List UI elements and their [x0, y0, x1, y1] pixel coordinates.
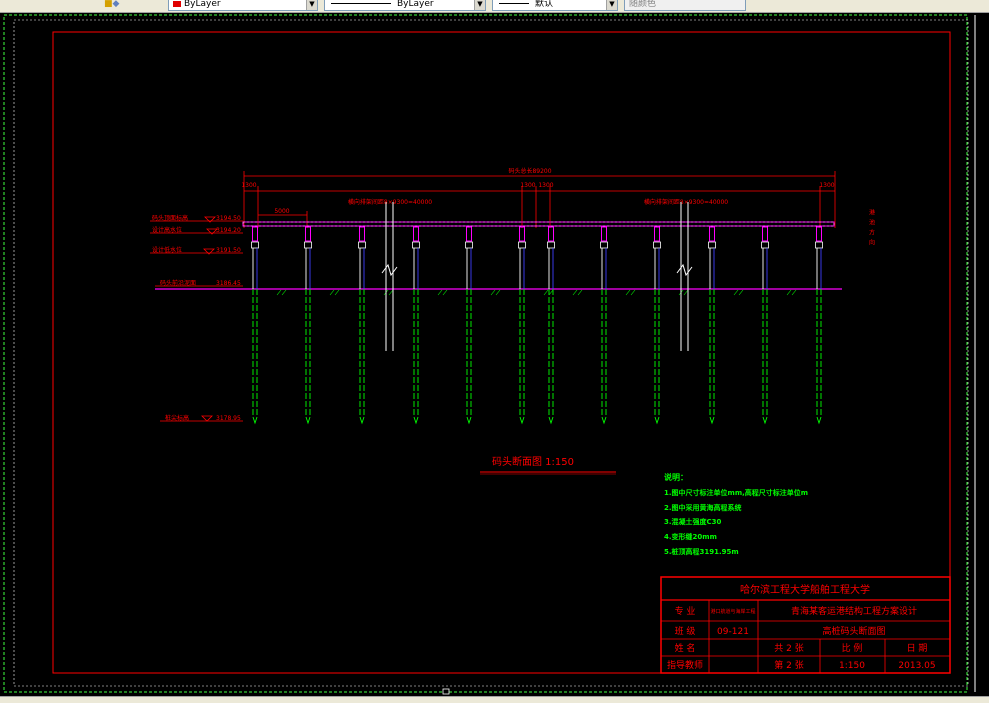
pile [761, 226, 769, 425]
viewport-grip[interactable] [442, 688, 450, 695]
mud-hatch [572, 289, 583, 296]
pile [465, 226, 473, 425]
plotstyle-dropdown[interactable]: 随颜色 [624, 0, 746, 11]
design-low-water-label: 设计低水位 [152, 246, 182, 254]
pile [653, 226, 661, 425]
mud-hatch [329, 289, 340, 296]
pile [412, 226, 420, 425]
dim-mid-left: 1300 [520, 182, 535, 189]
note-item: 3.混凝土强度C30 [664, 517, 722, 526]
pile [358, 226, 366, 425]
mud-hatch [276, 289, 287, 296]
dim-left-end: 1300 [241, 182, 256, 189]
date-label: 日 期 [907, 643, 928, 654]
pile [251, 226, 259, 425]
sheets-total: 共 2 张 [774, 643, 803, 654]
properties-toolbar: ■◆ ByLayer ▼ ByLayer ▼ 默认 ▼ 随颜色 [0, 0, 989, 13]
pile [600, 226, 608, 425]
mud-hatch [543, 289, 554, 296]
mud-hatch [678, 289, 689, 296]
pile-spacing-label: 5000 [274, 208, 289, 215]
sheet-number: 第 2 张 [774, 659, 803, 671]
mud-hatch [437, 289, 448, 296]
color-dropdown[interactable]: ByLayer ▼ [168, 0, 318, 11]
deck-elev-label: 码头顶面标高 [152, 214, 188, 222]
class-label: 班 级 [675, 625, 696, 637]
class-value: 09-121 [717, 627, 749, 637]
pile-tip-value: 3178.95 [216, 415, 241, 422]
note-item: 2.图中采用黄海高程系统 [664, 503, 742, 512]
break-lines [381, 202, 693, 351]
school-name: 哈尔滨工程大学船舶工程大学 [740, 583, 870, 596]
mudline-label: 码头前沿泥面 [160, 279, 196, 287]
mud-hatch [383, 289, 394, 296]
pile-group [251, 226, 823, 425]
layer-state-icons[interactable]: ■◆ [104, 0, 124, 10]
pile [518, 226, 526, 425]
design-high-water-value: 3194.20 [216, 227, 241, 234]
pile [304, 226, 312, 425]
chevron-down-icon: ▼ [306, 0, 317, 10]
mud-hatch [625, 289, 636, 296]
project-title: 青海某客运港结构工程方案设计 [791, 605, 917, 617]
advisor-label: 指导教师 [667, 659, 703, 671]
pile [547, 226, 555, 425]
pile-tip-label: 桩尖标高 [165, 414, 189, 422]
mud-hatch [733, 289, 744, 296]
mud-hatch [490, 289, 501, 296]
drawing-name: 高桩码头断面图 [822, 625, 885, 637]
drawing-canvas[interactable]: 码头总长89200 1300 横向排架间距8×9300=40000 1300 1… [0, 13, 989, 696]
note-item: 1.图中尺寸标注单位mm,高程尺寸标注单位m [664, 488, 808, 497]
note-item: 5.桩顶高程3191.95m [664, 547, 739, 556]
color-swatch-icon [173, 0, 181, 7]
harbor-direction-label: 港池方向 [868, 208, 875, 249]
dim-left-span: 横向排架间距8×9300=40000 [348, 198, 432, 206]
total-length-label: 码头总长89200 [508, 167, 551, 175]
chevron-down-icon: ▼ [606, 0, 617, 10]
note-item: 4.变形缝20mm [664, 532, 717, 541]
scale-label: 比 例 [842, 642, 863, 654]
lineweight-dropdown[interactable]: 默认 ▼ [492, 0, 618, 11]
scale-value: 1:150 [839, 661, 865, 671]
chevron-down-icon: ▼ [474, 0, 485, 10]
dim-mid-right: 1300 [538, 182, 553, 189]
major-value: 港口航道与海岸工程 [710, 608, 755, 615]
date-value: 2013.05 [898, 661, 935, 671]
dim-right-end: 1300 [819, 182, 834, 189]
pile [708, 226, 716, 425]
deck-slab [242, 221, 835, 227]
major-label: 专 业 [675, 605, 696, 617]
linetype-dropdown[interactable]: ByLayer ▼ [324, 0, 486, 11]
section-title: 码头断面图 1:150 [492, 455, 574, 468]
notes-heading: 说明： [664, 472, 688, 482]
dim-right-span: 横向排架间距8×9300=40000 [644, 198, 728, 206]
pile [815, 226, 823, 425]
dimension-lines [243, 171, 836, 228]
mud-hatch [786, 289, 797, 296]
mudline-value: 3186.45 [216, 280, 241, 287]
deck-elev-value: 3194.50 [216, 215, 241, 222]
cad-drawing: 码头总长89200 1300 横向排架间距8×9300=40000 1300 1… [3, 14, 976, 695]
name-label: 姓 名 [675, 642, 696, 654]
design-high-water-label: 设计高水位 [152, 226, 182, 234]
design-low-water-value: 3191.50 [216, 247, 241, 254]
